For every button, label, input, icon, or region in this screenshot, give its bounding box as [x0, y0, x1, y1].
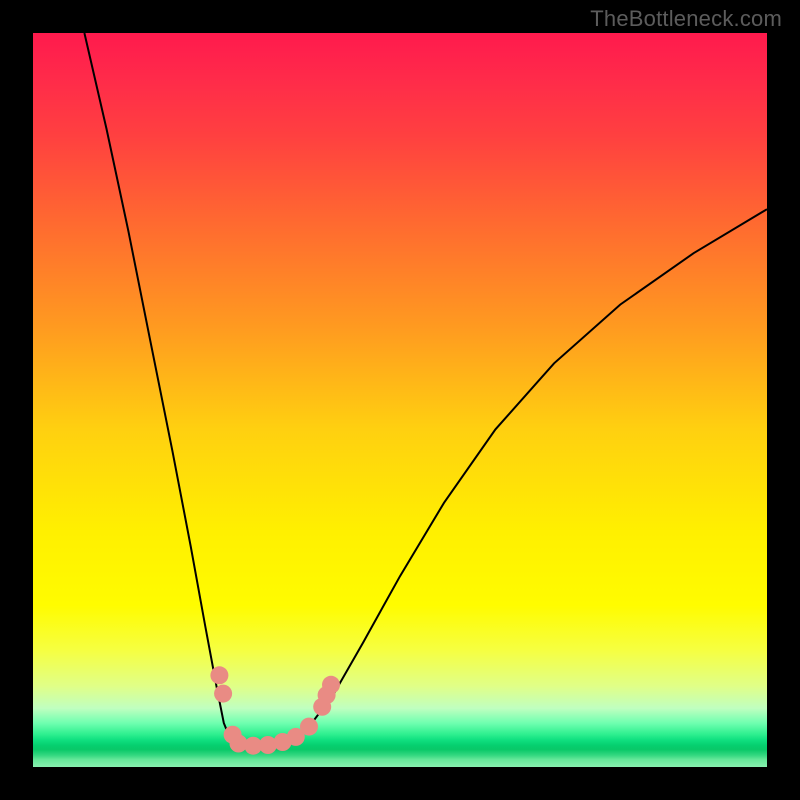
curve-markers: [210, 666, 340, 754]
data-marker: [210, 666, 228, 684]
data-marker: [300, 718, 318, 736]
data-marker: [322, 676, 340, 694]
chart-frame: TheBottleneck.com: [0, 0, 800, 800]
bottleneck-curve: [84, 33, 767, 745]
data-marker: [214, 685, 232, 703]
curve-layer: [33, 33, 767, 767]
plot-area: [33, 33, 767, 767]
watermark-text: TheBottleneck.com: [590, 6, 782, 32]
